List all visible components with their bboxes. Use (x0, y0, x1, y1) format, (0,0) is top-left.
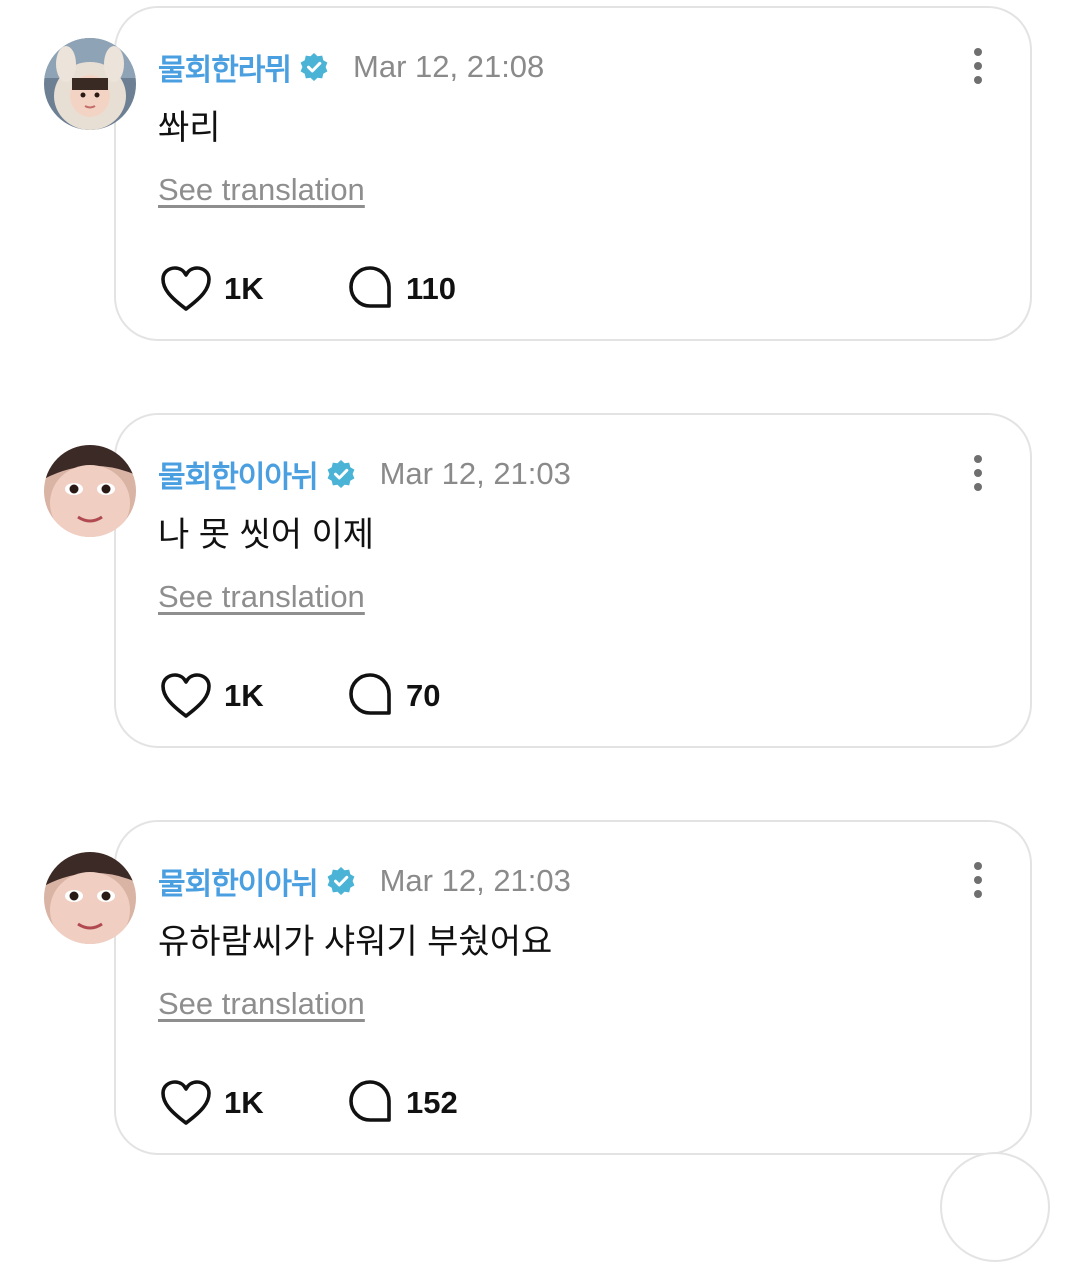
verified-badge-icon (299, 52, 329, 82)
post-actions: 1K 152 (160, 1076, 458, 1130)
more-options-icon[interactable] (964, 46, 992, 86)
comment-button[interactable]: 70 (346, 672, 440, 720)
comment-bubble-icon (349, 266, 391, 308)
post-text: 유하람씨가 샤워기 부쉈어요 (158, 923, 553, 961)
post-item: 물회한라뮈 Mar 12, 21:08 쏴리 See translation 1… (0, 6, 1080, 346)
more-options-icon[interactable] (964, 860, 992, 900)
more-options-icon[interactable] (964, 453, 992, 493)
avatar[interactable] (44, 852, 136, 944)
username[interactable]: 물회한라뮈 (158, 45, 292, 89)
avatar[interactable] (44, 445, 136, 537)
see-translation-link[interactable]: See translation (158, 579, 365, 615)
comment-count: 152 (406, 1085, 458, 1120)
post-header: 물회한이아뉘 Mar 12, 21:03 (158, 856, 571, 906)
comment-bubble-icon (349, 673, 391, 715)
post-item: 물회한이아뉘 Mar 12, 21:03 유하람씨가 샤워기 부쉈어요 See … (0, 820, 1080, 1160)
like-button[interactable]: 1K (160, 1079, 346, 1127)
post-text: 쏴리 (158, 109, 221, 147)
like-button[interactable]: 1K (160, 672, 346, 720)
like-button[interactable]: 1K (160, 265, 346, 313)
like-count: 1K (224, 678, 264, 713)
verified-badge-icon (326, 866, 356, 896)
post-actions: 1K 110 (160, 262, 456, 316)
heart-icon (161, 1080, 211, 1125)
comment-count: 110 (406, 271, 457, 306)
timestamp: Mar 12, 21:08 (353, 49, 545, 84)
see-translation-link[interactable]: See translation (158, 172, 365, 208)
username[interactable]: 물회한이아뉘 (158, 859, 319, 903)
post-text: 나 못 씻어 이제 (158, 516, 375, 554)
like-count: 1K (224, 271, 264, 306)
see-translation-link[interactable]: See translation (158, 986, 365, 1022)
post-header: 물회한라뮈 Mar 12, 21:08 (158, 42, 544, 92)
heart-icon (161, 266, 211, 311)
verified-badge-icon (326, 459, 356, 489)
comment-count: 70 (406, 678, 441, 713)
avatar[interactable] (44, 38, 136, 130)
floating-action-button[interactable] (940, 1152, 1050, 1262)
profile-photo-closeup-icon (44, 852, 136, 944)
post-header: 물회한이아뉘 Mar 12, 21:03 (158, 449, 571, 499)
timestamp: Mar 12, 21:03 (379, 456, 571, 491)
like-count: 1K (224, 1085, 264, 1120)
post-item: 물회한이아뉘 Mar 12, 21:03 나 못 씻어 이제 See trans… (0, 413, 1080, 753)
username[interactable]: 물회한이아뉘 (158, 452, 319, 496)
profile-photo-bunny-hood-icon (44, 38, 136, 130)
heart-icon (161, 673, 211, 718)
comment-bubble-icon (349, 1080, 391, 1122)
timestamp: Mar 12, 21:03 (379, 863, 571, 898)
comment-button[interactable]: 110 (346, 265, 456, 313)
profile-photo-closeup-icon (44, 445, 136, 537)
post-actions: 1K 70 (160, 669, 440, 723)
comment-button[interactable]: 152 (346, 1079, 458, 1127)
